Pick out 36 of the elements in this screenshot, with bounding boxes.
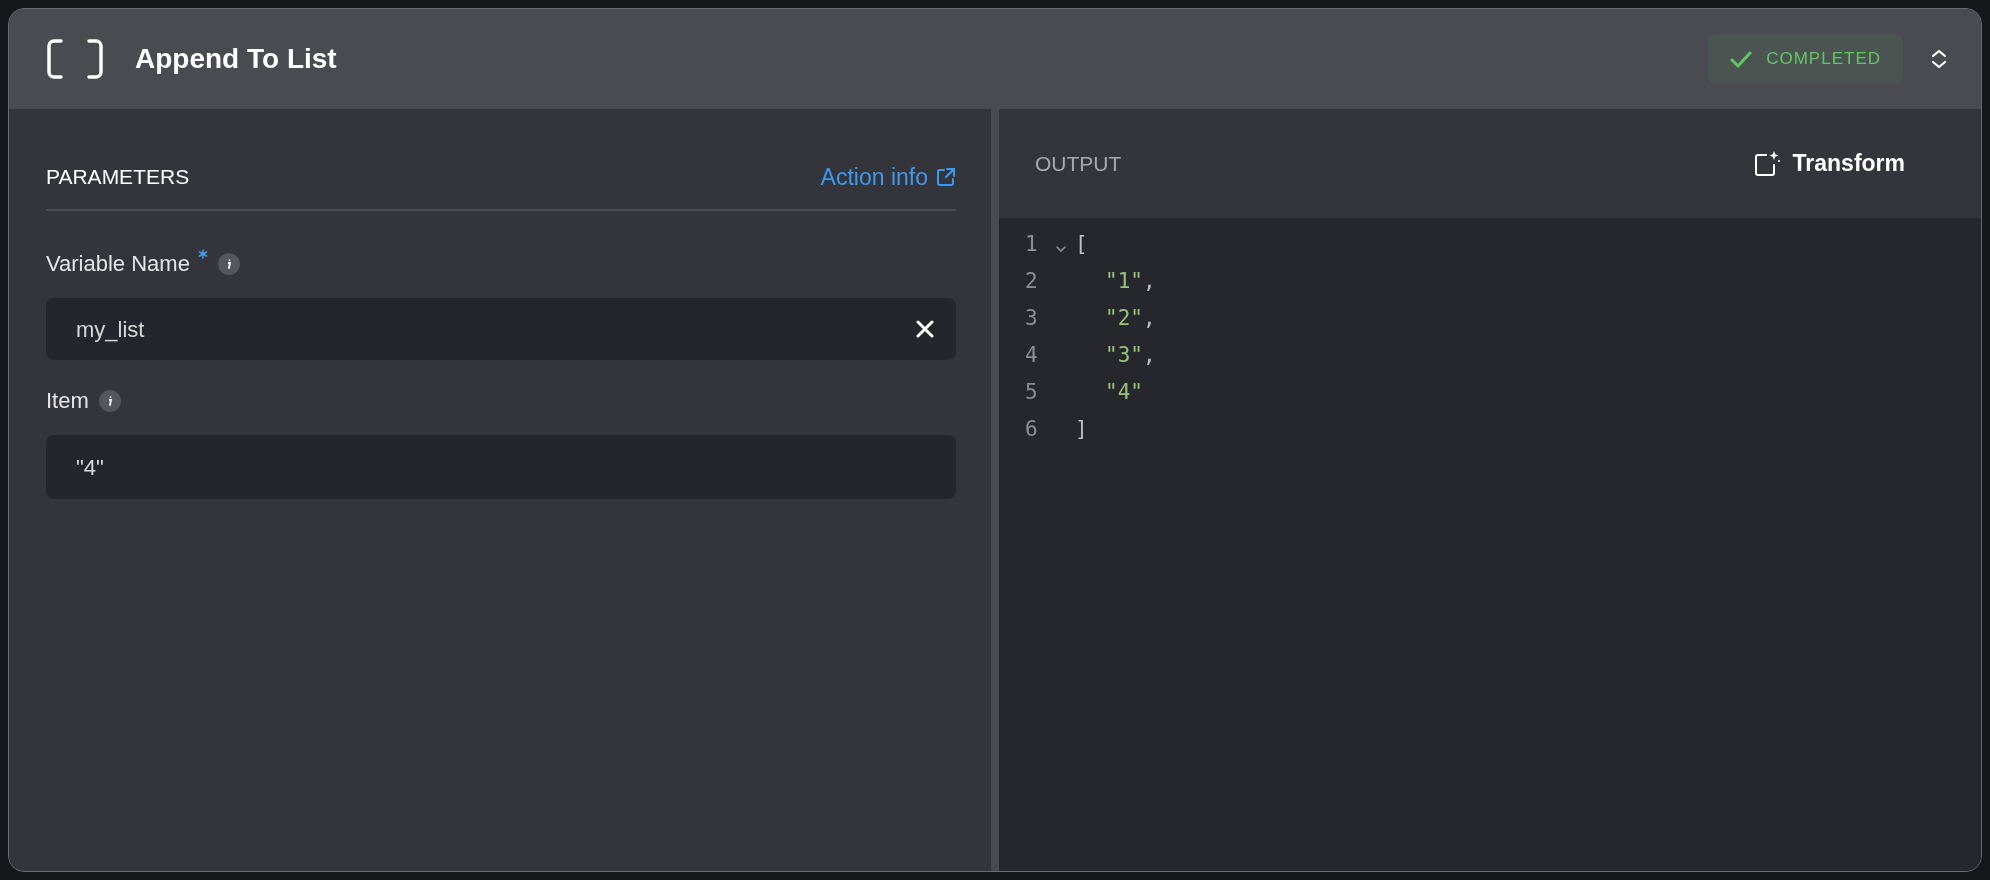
transform-button[interactable]: Transform <box>1753 142 1905 185</box>
expand-toggle-icon[interactable] <box>1931 49 1947 69</box>
code-comma: , <box>1142 267 1156 295</box>
info-icon[interactable] <box>98 389 121 412</box>
brackets-icon <box>47 39 103 79</box>
sparkle-edit-icon <box>1753 150 1781 177</box>
input-value[interactable]: my_list <box>74 311 916 347</box>
line-number: 3 <box>1025 304 1039 332</box>
code-string: "2" <box>1105 304 1143 332</box>
info-icon[interactable] <box>217 252 240 275</box>
line-number: 1 <box>1025 230 1039 258</box>
code-string: "3" <box>1105 341 1143 369</box>
line-number: 4 <box>1025 341 1039 369</box>
action-info-link[interactable]: Action info <box>820 159 956 195</box>
input-value[interactable]: "4" <box>74 449 934 485</box>
input-field[interactable]: "4" <box>46 435 956 499</box>
close-icon[interactable] <box>916 320 934 338</box>
code-bracket: ] <box>1075 415 1088 443</box>
status-badge: COMPLETED <box>1708 34 1903 84</box>
title: Append To List <box>135 42 337 76</box>
check-icon <box>1730 49 1753 69</box>
section-title: OUTPUT <box>1035 150 1122 177</box>
external-link-icon <box>936 167 956 187</box>
line-number: 2 <box>1025 267 1039 295</box>
input-field[interactable]: my_list <box>46 298 956 360</box>
field-label: Item <box>46 387 89 415</box>
code-comma: , <box>1142 341 1156 369</box>
line-number: 5 <box>1025 378 1039 406</box>
line-number: 6 <box>1025 415 1039 443</box>
code-string: "4" <box>1105 378 1143 406</box>
code-string: "1" <box>1105 267 1143 295</box>
code-comma: , <box>1142 304 1156 332</box>
field-label: Variable Name <box>46 250 190 278</box>
code-bracket: [ <box>1075 230 1088 258</box>
fold-chevron-icon[interactable] <box>1056 246 1066 253</box>
section-title: PARAMETERS <box>46 164 190 191</box>
